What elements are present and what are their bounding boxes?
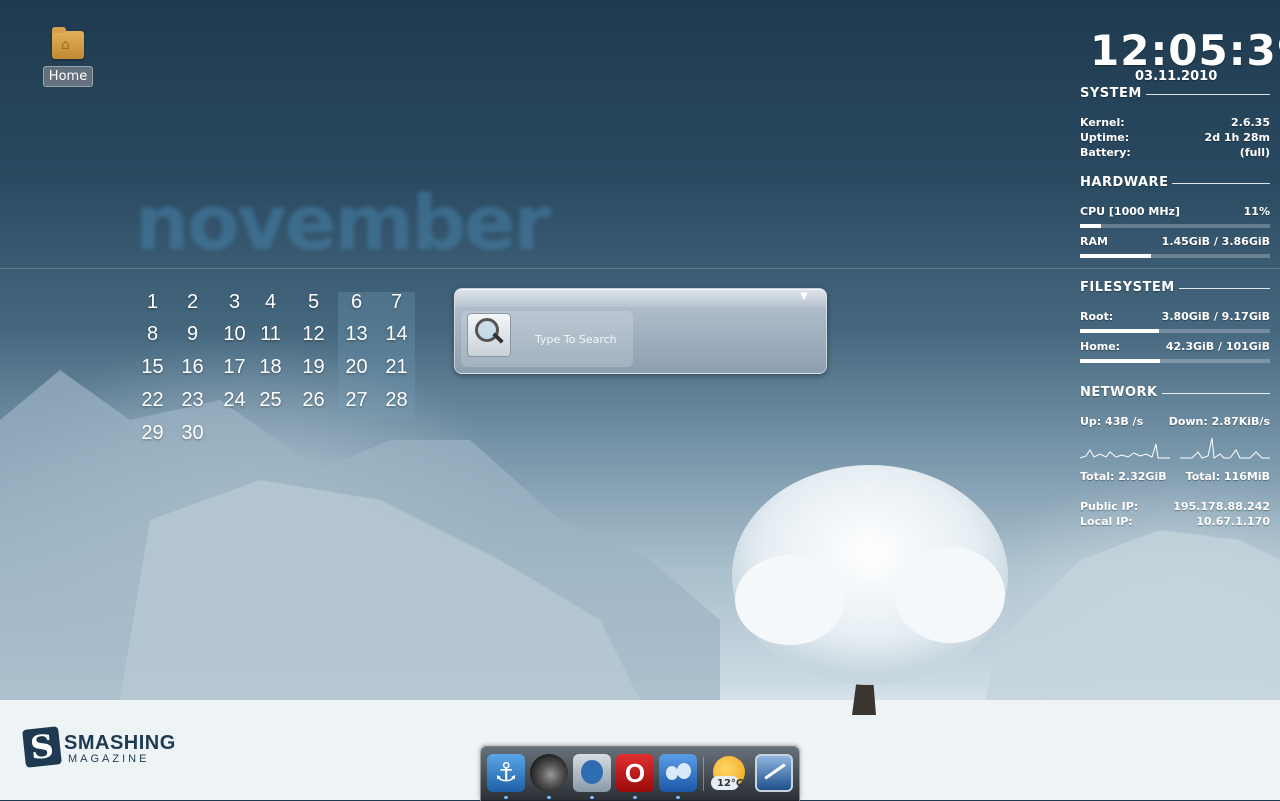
calendar-day: 2	[186, 291, 199, 313]
calendar-day: 8	[146, 323, 159, 345]
calendar-day: 21	[385, 356, 408, 378]
calendar-day: 19	[302, 356, 325, 378]
mountain-right	[980, 530, 1280, 720]
desktop-settings-icon[interactable]	[755, 754, 793, 792]
uptime-row: Uptime: 2d 1h 28m	[1080, 131, 1270, 144]
cpu-bar-fill	[1080, 224, 1101, 228]
section-filesystem-title: FILESYSTEM	[1080, 280, 1270, 295]
divider-line	[0, 268, 1280, 269]
dock-separator	[703, 757, 704, 791]
network-traffic-graph	[1080, 437, 1270, 459]
speaker-icon[interactable]	[530, 754, 568, 799]
folder-home-icon: ⌂	[52, 27, 84, 59]
calendar-day: 7	[390, 291, 403, 313]
clock-date: 03.11.2010	[1135, 69, 1218, 84]
section-system-title: SYSTEM	[1080, 86, 1270, 101]
upload-graph-line	[1080, 443, 1170, 459]
ram-bar	[1080, 254, 1270, 258]
weather-temperature: 12°C	[717, 778, 744, 789]
mail-client-icon[interactable]	[573, 754, 611, 799]
calendar-day: 28	[385, 389, 408, 411]
ram-bar-fill	[1080, 254, 1152, 258]
calendar-day: 3	[228, 291, 241, 313]
calendar-day: 13	[345, 323, 368, 345]
desktop-icon-home[interactable]: ⌂ Home	[38, 27, 98, 87]
calendar-day: 6	[350, 291, 363, 313]
search-widget-header	[455, 289, 826, 307]
kernel-row: Kernel: 2.6.35	[1080, 116, 1270, 129]
calendar-day: 26	[302, 389, 325, 411]
network-total-row: Total: 2.32GiB Total: 116MiB	[1080, 470, 1270, 483]
search-widget: ▼	[454, 288, 827, 374]
dropdown-triangle-icon[interactable]: ▼	[800, 291, 808, 302]
download-graph-line	[1180, 437, 1270, 459]
home-fs-bar	[1080, 359, 1270, 363]
calendar-month-title: november	[135, 178, 551, 267]
calendar-day: 11	[260, 323, 281, 345]
logo-mark: S	[22, 726, 62, 768]
calendar-day: 22	[141, 389, 164, 411]
calendar-grid: 1 2 3 4 5 6 7 8 9 10 11 12 13 14 15 16 17 18 19 20 21 22 23 24 2…	[132, 290, 422, 458]
public-ip-row: Public IP: 195.178.88.242	[1080, 500, 1270, 513]
calendar-day: 17	[223, 356, 246, 378]
cpu-row: CPU [1000 MHz] 11%	[1080, 205, 1270, 218]
section-network-title: NETWORK	[1080, 385, 1270, 400]
calendar-day: 4	[264, 291, 277, 313]
root-fs-bar-fill	[1080, 329, 1159, 333]
calendar-day: 1	[146, 291, 159, 313]
search-field[interactable]	[461, 311, 633, 367]
calendar-day: 23	[181, 389, 204, 411]
calendar-day: 14	[385, 323, 408, 345]
calendar-day: 10	[223, 323, 246, 345]
calendar-day: 9	[186, 323, 199, 345]
weather-icon[interactable]: 12°C	[709, 754, 747, 792]
calendar-day: 27	[345, 389, 368, 411]
section-hardware-title: HARDWARE	[1080, 175, 1270, 190]
calendar-day: 24	[223, 389, 246, 411]
desktop-icon-label: Home	[42, 66, 94, 87]
clock-time: 12:05:39	[1090, 26, 1280, 75]
magnifier-icon	[467, 313, 511, 357]
anchor-icon[interactable]: ⚓	[487, 754, 525, 799]
search-input[interactable]	[533, 332, 633, 347]
calendar-day: 30	[181, 422, 204, 444]
chat-bubbles-icon[interactable]	[659, 754, 697, 799]
home-fs-bar-fill	[1080, 359, 1160, 363]
root-fs-row: Root: 3.80GiB / 9.17GiB	[1080, 310, 1270, 323]
calendar-day: 5	[307, 291, 320, 313]
home-fs-row: Home: 42.3GiB / 101GiB	[1080, 340, 1270, 353]
opera-browser-icon[interactable]: O	[616, 754, 654, 799]
logo-text-line2: MAGAZINE	[68, 753, 150, 765]
local-ip-row: Local IP: 10.67.1.170	[1080, 515, 1270, 528]
calendar-day: 25	[259, 389, 282, 411]
cpu-bar	[1080, 224, 1270, 228]
calendar-day: 16	[181, 356, 204, 378]
calendar-day: 15	[141, 356, 164, 378]
calendar-day: 12	[302, 323, 325, 345]
dock: ⚓ O 12°C	[480, 746, 800, 801]
battery-row: Battery: (full)	[1080, 146, 1270, 159]
root-fs-bar	[1080, 329, 1270, 333]
logo-text-line1: SMASHING	[64, 732, 176, 754]
network-speed-row: Up: 43B /s Down: 2.87KiB/s	[1080, 415, 1270, 428]
ram-row: RAM 1.45GiB / 3.86GiB	[1080, 235, 1270, 248]
calendar-day: 20	[345, 356, 368, 378]
calendar-day: 18	[259, 356, 282, 378]
calendar-day: 29	[141, 422, 164, 444]
